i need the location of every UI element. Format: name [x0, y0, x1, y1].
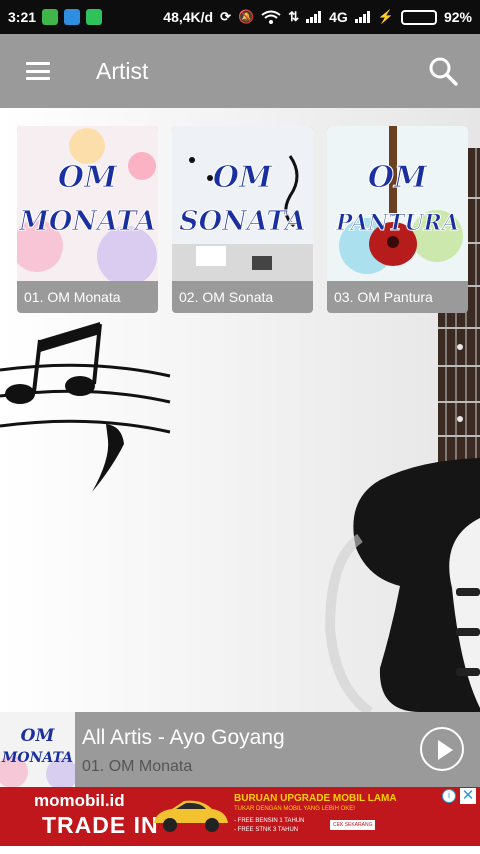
thumbnail-line2: MONATA [1, 750, 74, 766]
battery-percent: 92% [443, 9, 472, 25]
mute-icon: 🔕 [238, 9, 255, 24]
artist-art-line2: MONATA [18, 206, 157, 238]
treble-clef-decoration-icon [172, 155, 313, 281]
artist-art-om-pantura: OM PANTURA [327, 126, 468, 281]
now-playing-bar[interactable]: OM MONATA All Artis - Ayo Goyang 01. OM … [0, 712, 480, 787]
artist-art-om-monata: OM MONATA [17, 126, 158, 281]
artist-art-line2: SONATA [179, 206, 307, 238]
now-playing-thumbnail: OM MONATA [0, 712, 75, 787]
ad-brand: momobil.id [34, 791, 125, 810]
ad-bullet-2: - FREE STNK 3 TAHUN [234, 827, 299, 833]
artist-card-label: 01. OM Monata [24, 289, 121, 305]
play-icon[interactable] [420, 727, 464, 771]
bottom-strip [0, 846, 480, 854]
notification-android-icon [86, 9, 103, 25]
search-icon[interactable] [428, 56, 458, 86]
page-title: Artist [96, 57, 149, 84]
network-type: 4G [329, 9, 348, 25]
notification-app-icon [42, 9, 59, 25]
now-playing-title: All Artis - Ayo Goyang [82, 726, 285, 749]
status-bar: 3:21 48,4K/d ⟳ 🔕 ⇅ 4G ⚡ 92% [0, 0, 480, 34]
artist-art-line1: OM [367, 160, 428, 196]
artist-card-label: 02. OM Sonata [179, 289, 274, 305]
splash-decoration-icon [17, 128, 157, 281]
notification-cloud-icon [64, 9, 81, 25]
data-transfer-icon: ⇅ [288, 9, 300, 24]
hamburger-menu-icon[interactable] [26, 62, 50, 80]
signal-icon [306, 11, 322, 23]
ad-close-icon[interactable]: ✕ [460, 788, 476, 804]
network-speed: 48,4K/d [163, 9, 214, 25]
charging-icon: ⚡ [377, 9, 394, 24]
ad-info-icon[interactable]: i [442, 789, 456, 803]
signal-icon-2 [354, 11, 370, 23]
thumbnail-line1: OM [20, 726, 55, 746]
ad-subheadline: TUKAR DENGAN MOBIL YANG LEBIH OKE! [234, 806, 355, 812]
artist-card-om-sonata[interactable]: OM SONATA 02. OM Sonata [172, 126, 313, 313]
artist-card-label: 03. OM Pantura [334, 289, 433, 305]
ad-banner[interactable]: momobil.id TRADE IN BURUAN UPGRADE MOBIL… [0, 787, 480, 846]
ad-bullet-1: - FREE BENSIN 1 TAHUN [234, 818, 305, 824]
artist-card-om-pantura[interactable]: OM PANTURA 03. OM Pantura [327, 126, 468, 313]
app-bar: Artist [0, 34, 480, 108]
sync-icon: ⟳ [220, 9, 231, 24]
artist-art-line1: OM [57, 160, 118, 196]
status-time: 3:21 [8, 9, 37, 25]
artist-art-om-sonata: OM SONATA [172, 126, 313, 281]
ad-trade-in: TRADE IN [42, 812, 159, 838]
artist-grid: OM MONATA 01. OM Monata OM SONATA 02. OM… [17, 126, 468, 313]
ad-cta-button[interactable]: CEK SEKARANG [330, 820, 376, 830]
artist-card-om-monata[interactable]: OM MONATA 01. OM Monata [17, 126, 158, 313]
battery-icon [400, 9, 437, 25]
wifi-icon [261, 10, 281, 24]
red-guitar-decoration-icon [339, 126, 463, 274]
ad-car-icon [154, 800, 228, 832]
now-playing-artist: 01. OM Monata [82, 758, 193, 775]
artist-art-line2: PANTURA [335, 210, 460, 237]
ad-headline: BURUAN UPGRADE MOBIL LAMA [234, 793, 397, 804]
artist-art-line1: OM [212, 160, 273, 196]
